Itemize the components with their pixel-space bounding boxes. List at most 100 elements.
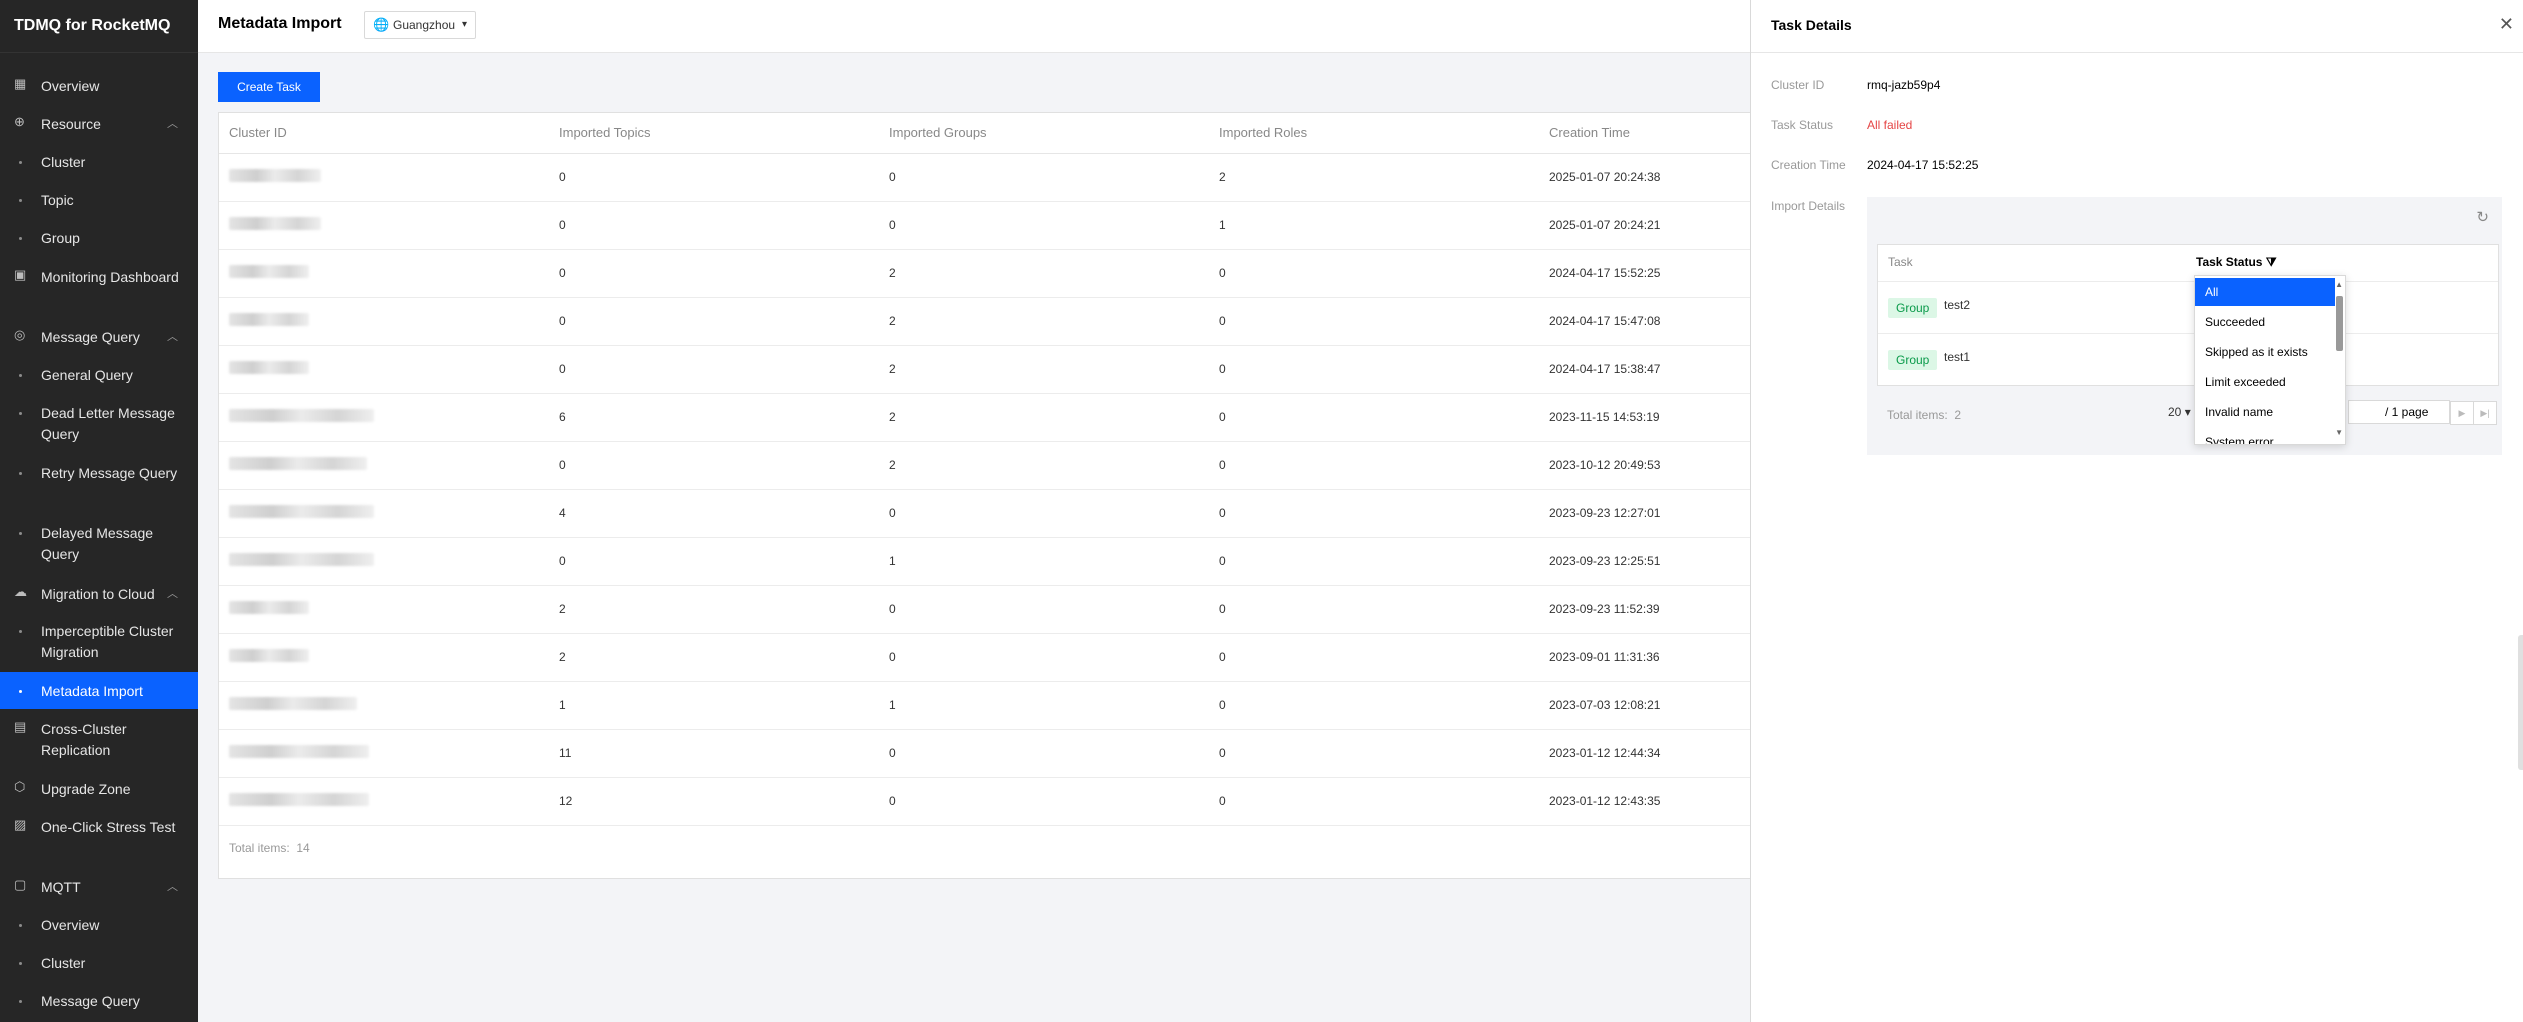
table-row[interactable]: 0 1 0 2023-09-23 12:25:51 <box>219 537 1751 586</box>
task-table: Cluster ID Imported Topics Imported Grou… <box>218 112 1752 879</box>
sidebar-item-label: One-Click Stress Test <box>41 819 176 835</box>
sidebar-item-label: Cluster <box>41 955 86 971</box>
bullet-icon <box>19 199 22 202</box>
cell-roles: 0 <box>1219 458 1226 472</box>
region-selector[interactable]: 🌐 Guangzhou ▾ <box>364 11 476 39</box>
last-page-button[interactable]: ▶| <box>2473 401 2497 425</box>
bullet-icon <box>19 532 22 535</box>
sidebar-item-label: Cluster <box>41 154 86 170</box>
bullet-icon <box>19 161 22 164</box>
table-row[interactable]: 0 0 2 2025-01-07 20:24:38 <box>219 153 1751 202</box>
page-input[interactable]: / 1 page <box>2348 400 2450 424</box>
filter-option-skipped[interactable]: Skipped as it exists <box>2195 338 2335 366</box>
table-row[interactable]: 0 2 0 2024-04-17 15:47:08 <box>219 297 1751 346</box>
refresh-icon[interactable]: ↻ <box>2476 208 2489 226</box>
create-task-button[interactable]: Create Task <box>218 72 320 102</box>
sidebar-item-label: Upgrade Zone <box>41 781 131 797</box>
cell-time: 2023-11-15 14:53:19 <box>1549 410 1660 424</box>
cell-roles: 0 <box>1219 554 1226 568</box>
next-page-button[interactable]: ▶ <box>2450 401 2474 425</box>
monitor-icon: ▣ <box>14 267 27 282</box>
sidebar-item-label: MQTT <box>41 879 81 895</box>
scroll-down-icon[interactable]: ▼ <box>2335 428 2343 437</box>
page-title: Metadata Import <box>218 15 342 32</box>
column-header-imported-topics: Imported Topics <box>559 125 651 140</box>
cluster-id-redacted <box>229 409 374 422</box>
bullet-icon <box>19 412 22 415</box>
cell-topics: 0 <box>559 218 566 232</box>
filter-option-limit-exceeded[interactable]: Limit exceeded <box>2195 368 2335 396</box>
cluster-id-redacted <box>229 601 309 614</box>
table-row[interactable]: 0 2 0 2023-10-12 20:49:53 <box>219 441 1751 490</box>
table-row[interactable]: 11 0 0 2023-01-12 12:44:34 <box>219 729 1751 778</box>
group-tag: Group <box>1888 298 1938 318</box>
sidebar-item-label: Message Query <box>41 329 140 345</box>
filter-icon[interactable]: ⧩ <box>2266 255 2277 269</box>
table-row: Group test2 <box>1878 281 2498 334</box>
table-row[interactable]: 2 0 0 2023-09-23 11:52:39 <box>219 585 1751 634</box>
chevron-up-icon: ︿ <box>167 118 178 130</box>
cluster-id-redacted <box>229 265 309 278</box>
cell-topics: 0 <box>559 314 566 328</box>
table-row[interactable]: 0 0 1 2025-01-07 20:24:21 <box>219 201 1751 250</box>
column-header-imported-roles: Imported Roles <box>1219 125 1308 140</box>
column-header-task: Task <box>1888 255 1913 269</box>
cell-topics: 11 <box>559 746 572 760</box>
close-icon[interactable]: ✕ <box>2499 14 2514 35</box>
table-row[interactable]: 4 0 0 2023-09-23 12:27:01 <box>219 489 1751 538</box>
cluster-id-redacted <box>229 505 374 518</box>
column-header-creation-time: Creation Time <box>1549 125 1630 140</box>
cell-roles: 0 <box>1219 698 1226 712</box>
dropdown-scrollbar[interactable] <box>2336 296 2343 351</box>
cell-topics: 6 <box>559 410 566 424</box>
task-status-filter-dropdown: All Succeeded Skipped as it exists Limit… <box>2194 275 2346 445</box>
total-value: 14 <box>296 841 310 855</box>
task-status-value: All failed <box>1867 118 1913 132</box>
bullet-icon <box>19 237 22 240</box>
column-header-cluster-id: Cluster ID <box>229 125 287 140</box>
table-row[interactable]: 0 2 0 2024-04-17 15:38:47 <box>219 345 1751 394</box>
filter-option-invalid-name[interactable]: Invalid name <box>2195 398 2335 426</box>
cell-time: 2023-09-23 12:25:51 <box>1549 554 1661 568</box>
cell-time: 2023-01-12 12:44:34 <box>1549 746 1661 760</box>
filter-option-system-error[interactable]: System error <box>2195 428 2335 444</box>
inner-total: Total items: 2 <box>1887 408 1961 422</box>
cluster-id-redacted <box>229 745 369 758</box>
task-status-label: Task Status <box>1771 118 1834 132</box>
cell-groups: 0 <box>889 506 896 520</box>
table-row[interactable]: 2 0 0 2023-09-01 11:31:36 <box>219 633 1751 682</box>
table-row[interactable]: 0 2 0 2024-04-17 15:52:25 <box>219 249 1751 298</box>
cell-topics: 0 <box>559 266 566 280</box>
page-size-select[interactable]: 20 ▾ <box>2168 405 2191 419</box>
cell-topics: 2 <box>559 650 566 664</box>
table-row[interactable]: 1 1 0 2023-07-03 12:08:21 <box>219 681 1751 730</box>
task-status-header-label: Task Status <box>2196 255 2263 269</box>
edge-scroll-handle[interactable] <box>2518 635 2523 770</box>
chevron-down-icon: ▾ <box>461 19 467 30</box>
cluster-id-redacted <box>229 313 309 326</box>
cluster-id-redacted <box>229 457 367 470</box>
table-row[interactable]: 12 0 0 2023-01-12 12:43:35 <box>219 777 1751 826</box>
bullet-icon <box>19 962 22 965</box>
table-row[interactable]: 6 2 0 2023-11-15 14:53:19 <box>219 393 1751 442</box>
cell-roles: 0 <box>1219 506 1226 520</box>
cell-roles: 0 <box>1219 266 1226 280</box>
filter-option-succeeded[interactable]: Succeeded <box>2195 308 2335 336</box>
cluster-id-redacted <box>229 649 309 662</box>
column-header-task-status[interactable]: Task Status ⧩ <box>2196 255 2277 270</box>
scroll-up-icon[interactable]: ▲ <box>2335 280 2343 289</box>
cell-roles: 0 <box>1219 746 1226 760</box>
divider <box>1751 52 2523 53</box>
page-size-value: 20 <box>2168 405 2182 419</box>
search-icon: ◎ <box>14 327 26 342</box>
sidebar-item-label: Resource <box>41 116 101 132</box>
cell-topics: 1 <box>559 698 566 712</box>
cell-groups: 0 <box>889 794 896 808</box>
chevron-down-icon: ▾ <box>2184 405 2191 419</box>
sidebar-item-label: Metadata Import <box>41 683 143 699</box>
filter-option-all[interactable]: All <box>2195 278 2335 306</box>
sidebar-item-label: General Query <box>41 367 133 383</box>
bullet-icon <box>19 1000 22 1003</box>
cluster-id-redacted <box>229 169 321 182</box>
brand-title: TDMQ for RocketMQ <box>0 0 198 53</box>
